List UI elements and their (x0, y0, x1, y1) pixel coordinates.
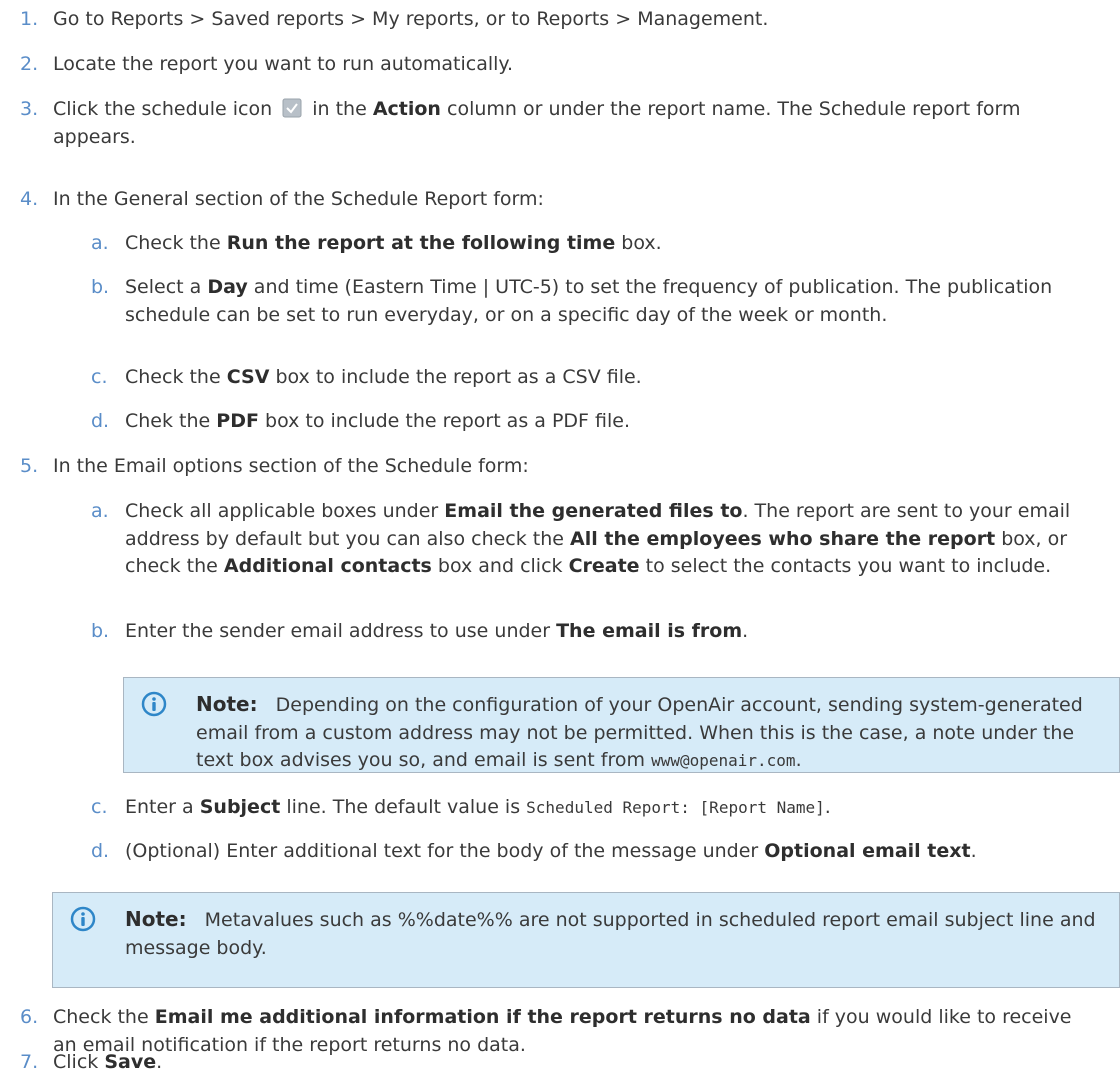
step-3: 3. Click the schedule icon in the Action… (20, 98, 1021, 148)
email-substep-b: b. Enter the sender email address to use… (91, 620, 749, 642)
step-5: 5. In the Email options section of the S… (0, 453, 539, 481)
step-number: 7. (20, 1051, 39, 1073)
action-column-label: Action (372, 98, 441, 120)
step-7: 7. Click Save. (0, 1049, 172, 1077)
step-text: Locate the report you want to run automa… (53, 53, 514, 75)
subject-default-code: Scheduled Report: [Report Name] (526, 798, 825, 817)
step-2: 2. Locate the report you want to run aut… (0, 51, 523, 79)
info-icon (141, 691, 167, 726)
schedule-icon (282, 98, 302, 118)
save-label: Save (104, 1051, 157, 1073)
step-1: 1. Go to Reports > Saved reports > My re… (0, 6, 778, 34)
step-number: 5. (20, 455, 39, 477)
step-number: 6. (20, 1006, 39, 1028)
step-number: 3. (20, 98, 39, 120)
step-text: In the Email options section of the Sche… (53, 455, 529, 477)
general-substep-d: d. Chek the PDF box to include the repor… (91, 410, 630, 432)
email-substep-c: c. Enter a Subject line. The default val… (91, 796, 831, 818)
note-label: Note: (125, 907, 187, 931)
note-callout: Note: Depending on the configuration of … (123, 677, 1120, 773)
general-substep-b: b. Select a Day and time (Eastern Time |… (91, 276, 1053, 326)
step-number: 2. (20, 53, 39, 75)
step-number: 1. (20, 8, 39, 30)
note-label: Note: (196, 692, 258, 716)
info-icon (70, 906, 96, 941)
email-substep-a: a. Check all applicable boxes under Emai… (91, 500, 1071, 578)
note-callout: Note: Metavalues such as %%date%% are no… (52, 892, 1120, 988)
step-text: In the General section of the Schedule R… (53, 188, 544, 210)
email-address-code: www@openair.com (651, 751, 796, 771)
step-text: Go to Reports > Saved reports > My repor… (53, 8, 769, 30)
general-substep-a: a. Check the Run the report at the follo… (91, 232, 662, 254)
step-number: 4. (20, 188, 39, 210)
email-substep-d: d. (Optional) Enter additional text for … (91, 840, 977, 862)
step-4: 4. In the General section of the Schedul… (0, 186, 554, 214)
general-substep-c: c. Check the CSV box to include the repo… (91, 366, 642, 388)
